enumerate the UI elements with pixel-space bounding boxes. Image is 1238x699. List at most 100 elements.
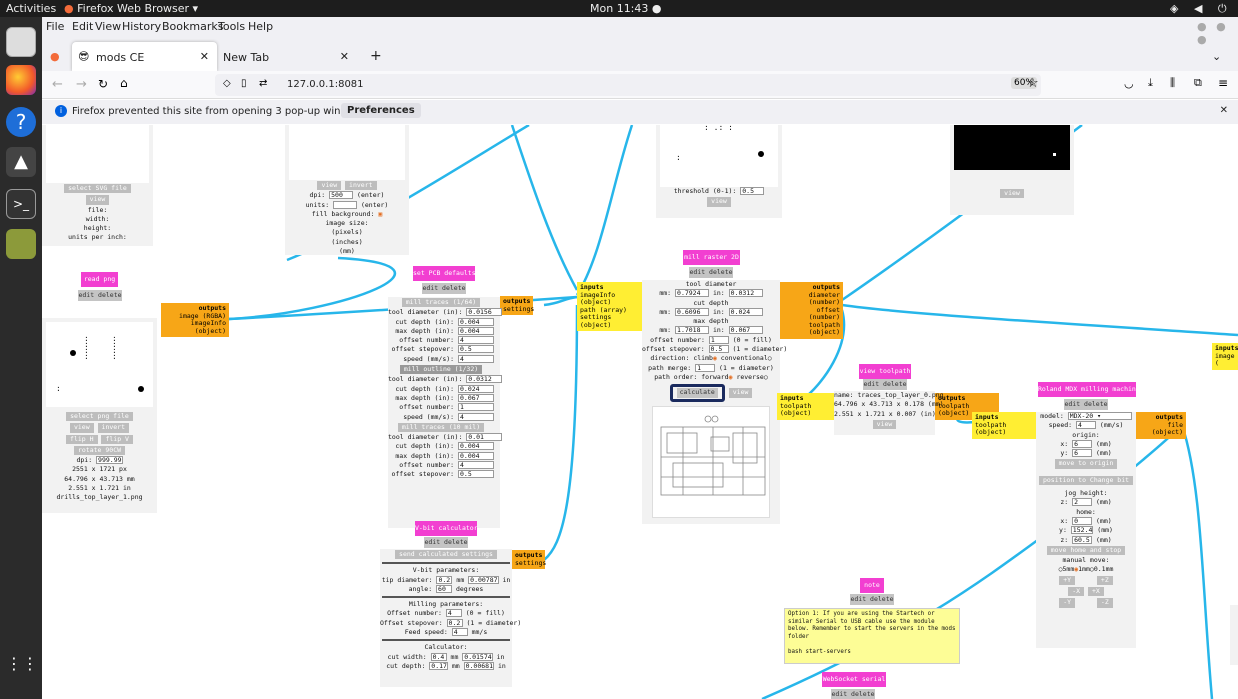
move-to-origin-button[interactable]: move to origin xyxy=(1054,459,1118,469)
read-png-edit-delete[interactable]: edit delete xyxy=(78,290,122,301)
view-toolpath-edit-delete[interactable]: edit delete xyxy=(863,379,907,390)
menu-history[interactable]: History xyxy=(122,20,161,33)
note-edit-delete[interactable]: edit delete xyxy=(850,594,894,605)
jog-minus-y-button[interactable]: -Y xyxy=(1059,598,1076,608)
field[interactable]: 1 xyxy=(708,335,729,344)
field[interactable]: 0.024 xyxy=(458,384,494,393)
note-title[interactable]: note xyxy=(860,578,884,593)
firefox-view-icon[interactable]: ● xyxy=(50,42,72,71)
extensions-icon[interactable]: ⧉ xyxy=(1194,76,1202,90)
threshold-view-button[interactable]: view xyxy=(707,197,731,207)
mill-traces-64-button[interactable]: mill traces (1/64) xyxy=(401,298,481,308)
png-view-button[interactable]: view xyxy=(69,423,94,433)
new-tab-button[interactable]: + xyxy=(370,42,382,71)
firefox-dock-icon[interactable] xyxy=(6,65,36,95)
field[interactable]: 0.067 xyxy=(458,393,494,402)
field[interactable]: 0.024 xyxy=(728,307,763,316)
origin-x-field[interactable]: 6 xyxy=(1072,439,1093,448)
field[interactable]: 4 xyxy=(458,412,494,421)
angle-field[interactable]: 60 xyxy=(436,584,453,593)
home-icon[interactable]: ⌂ xyxy=(120,76,128,90)
right-edge-inputs[interactable]: inputs image ( xyxy=(1212,343,1238,370)
roland-inputs[interactable]: inputs toolpath (object) xyxy=(972,412,1036,439)
tip-in-field[interactable]: 0.00787 xyxy=(468,575,499,584)
home-x-field[interactable]: 0 xyxy=(1072,516,1093,525)
field[interactable]: 0.5 xyxy=(458,345,494,354)
jog-plus-x-button[interactable]: +X xyxy=(1087,587,1104,597)
reverse-radio[interactable]: ○ xyxy=(764,373,768,381)
home-z-field[interactable]: 60.5 xyxy=(1072,535,1093,544)
mill-traces-10mil-button[interactable]: mill traces (10 mil) xyxy=(397,422,485,433)
field[interactable]: 0.01574 xyxy=(462,652,493,661)
mill-raster-edit-delete[interactable]: edit delete xyxy=(689,267,733,278)
flip-h-button[interactable]: flip H xyxy=(66,434,98,444)
image-viewer-icon[interactable] xyxy=(6,229,36,259)
read-png-outputs[interactable]: outputs image (RGBA) imageInfo (object) xyxy=(161,303,229,337)
field[interactable]: 0.00681 xyxy=(463,661,495,670)
note-text[interactable]: Option 1: If you are using the Startech … xyxy=(784,608,960,664)
jog-plus-y-button[interactable]: +Y xyxy=(1059,575,1076,586)
field[interactable]: 0.0312 xyxy=(466,375,503,384)
toolpath-view-button[interactable]: view xyxy=(872,419,897,430)
app-menu[interactable]: ● Firefox Web Browser ▾ xyxy=(64,2,198,15)
field[interactable]: 0.01 xyxy=(466,433,503,442)
tab-mods-ce[interactable]: 😎 mods CE ✕ xyxy=(72,42,217,71)
menu-edit[interactable]: Edit xyxy=(72,20,93,33)
forward-radio[interactable]: ◉ xyxy=(729,373,733,381)
vbit-outputs[interactable]: outputs settings xyxy=(512,550,546,569)
rotate-button[interactable]: rotate 90CW xyxy=(73,445,126,456)
menu-help[interactable]: Help xyxy=(248,20,273,33)
pocket-icon[interactable]: ◡ xyxy=(1124,77,1134,90)
field[interactable]: 0.004 xyxy=(458,451,494,460)
climb-radio[interactable]: ◉ xyxy=(713,354,717,362)
field[interactable]: 0.0312 xyxy=(728,289,763,298)
terminal-icon[interactable]: >_ xyxy=(6,189,36,219)
bookmark-star-icon[interactable]: ☆ xyxy=(1027,76,1039,91)
calculate-button[interactable]: calculate xyxy=(676,388,718,398)
preferences-button[interactable]: Preferences xyxy=(341,103,421,118)
select-svg-button[interactable]: select SVG file xyxy=(64,184,131,194)
field[interactable]: 4 xyxy=(458,354,494,363)
raster-view-button[interactable]: view xyxy=(728,388,753,398)
vbit-edit-delete[interactable]: edit delete xyxy=(424,537,468,548)
svg-view-button[interactable]: view xyxy=(85,195,110,205)
websocket-title[interactable]: WebSocket serial xyxy=(822,672,886,687)
close-notification-icon[interactable]: ✕ xyxy=(1220,105,1228,116)
mods-canvas[interactable]: select SVG file view file: width: height… xyxy=(42,125,1238,699)
field[interactable]: 0.004 xyxy=(458,442,494,451)
field[interactable]: 0.4 xyxy=(430,652,447,661)
clock[interactable]: Mon 11:43 ● xyxy=(590,2,661,15)
preview-view-button[interactable]: view xyxy=(1000,189,1024,199)
read-png-title[interactable]: read png xyxy=(81,272,118,287)
menu-bookmarks[interactable]: Bookmarks xyxy=(162,20,223,33)
view-button[interactable]: view xyxy=(317,181,342,191)
field[interactable]: 0.6096 xyxy=(675,307,710,316)
reload-icon[interactable]: ↻ xyxy=(98,77,108,91)
invert-button[interactable]: invert xyxy=(345,181,377,191)
field[interactable]: 0.7924 xyxy=(675,289,710,298)
field[interactable]: 0.5 xyxy=(708,345,729,354)
roland-edit-delete[interactable]: edit delete xyxy=(1064,399,1108,410)
home-y-field[interactable]: 152.4 xyxy=(1070,526,1094,535)
mill-raster-title[interactable]: mill raster 2D xyxy=(683,250,740,265)
forward-icon[interactable]: → xyxy=(76,77,87,92)
flip-v-button[interactable]: flip V xyxy=(101,434,133,444)
field[interactable]: 4 xyxy=(458,461,494,470)
dpi-field[interactable]: 500 xyxy=(329,191,354,200)
jog-plus-z-button[interactable]: +Z xyxy=(1096,575,1113,586)
download-icon[interactable]: ⤓ xyxy=(1148,76,1153,90)
vbit-title[interactable]: V-bit calculator xyxy=(415,521,478,536)
jog-field[interactable]: 2 xyxy=(1072,498,1093,507)
png-dpi-field[interactable]: 999.99 xyxy=(96,456,123,465)
conventional-radio[interactable]: ○ xyxy=(768,354,772,362)
inkscape-icon[interactable]: ▲ xyxy=(6,147,36,177)
back-icon[interactable]: ← xyxy=(52,77,63,92)
view-toolpath-title[interactable]: view toolpath xyxy=(859,364,911,379)
move-home-button[interactable]: move home and stop xyxy=(1046,545,1126,556)
model-select[interactable]: MDX-20 ▾ xyxy=(1067,412,1132,420)
speed-field[interactable]: 4 xyxy=(1076,421,1096,430)
origin-y-field[interactable]: 6 xyxy=(1072,449,1093,458)
tab-list-icon[interactable]: ⌄ xyxy=(1212,42,1221,71)
url-bar[interactable]: ◇ ▯ ⇄ 127.0.0.1:8081 60% xyxy=(215,74,1041,96)
field[interactable]: 4 xyxy=(451,628,468,637)
